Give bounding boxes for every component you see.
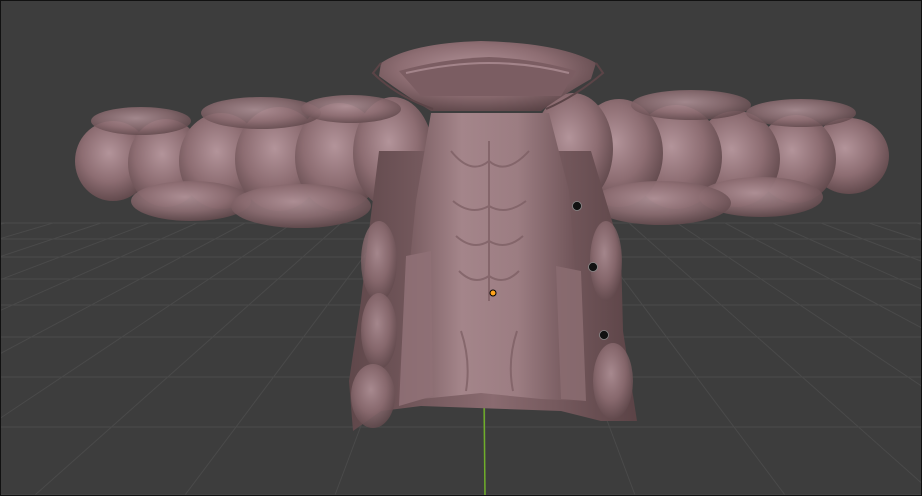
y-axis-line — [483, 396, 486, 495]
grid-line — [772, 222, 921, 290]
grid-line — [1, 222, 54, 239]
button-middle[interactable] — [588, 262, 598, 272]
viewport-canvas[interactable] — [1, 1, 921, 495]
grid-line — [1, 222, 150, 280]
button-upper[interactable] — [572, 201, 582, 211]
grid-line — [34, 222, 342, 495]
grid-line — [1, 222, 6, 225]
grid-line — [1, 222, 294, 419]
jacket-mesh[interactable] — [75, 41, 889, 431]
right-flap — [556, 266, 586, 401]
3d-viewport[interactable] — [0, 0, 922, 496]
object-origin-point[interactable] — [489, 289, 497, 297]
button-lower[interactable] — [599, 330, 609, 340]
grid-line — [1, 222, 102, 257]
grid-line — [676, 222, 921, 387]
grid-line — [628, 222, 921, 484]
grid-line — [820, 222, 921, 262]
grid-line — [916, 222, 921, 225]
grid-line — [1, 222, 246, 354]
grid-line — [868, 222, 921, 241]
